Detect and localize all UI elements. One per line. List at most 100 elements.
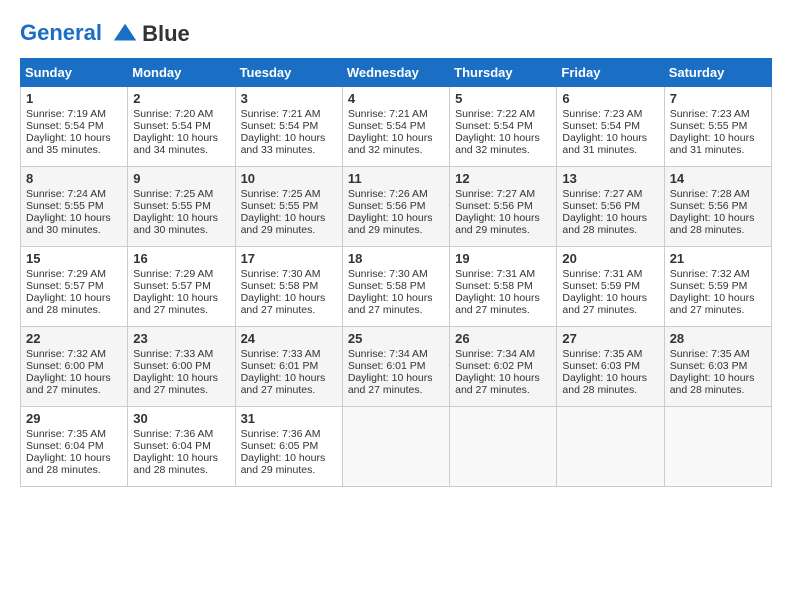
calendar-cell: 25 Sunrise: 7:34 AMSunset: 6:01 PMDayligh… — [342, 327, 449, 407]
daylight: Daylight: 10 hours and 32 minutes. — [348, 132, 433, 156]
day-number: 15 — [26, 251, 122, 266]
day-number: 31 — [241, 411, 337, 426]
calendar-week-row: 29Sunrise: 7:35 AMSunset: 6:04 PMDayligh… — [21, 407, 772, 487]
sunrise: Sunrise: 7:35 AM — [26, 428, 106, 440]
calendar-cell: 12Sunrise: 7:27 AMSunset: 5:56 PMDayligh… — [450, 167, 557, 247]
day-number: 18 — [348, 251, 444, 266]
sunset: Sunset: 5:59 PM — [562, 280, 640, 292]
calendar-cell: 31Sunrise: 7:36 AMSunset: 6:05 PMDayligh… — [235, 407, 342, 487]
sunrise: Sunrise: 7:35 AM — [670, 348, 750, 360]
day-number: 26 — [455, 331, 551, 346]
sunrise: Sunrise: 7:29 AM — [26, 268, 106, 280]
daylight: Daylight: 10 hours and 35 minutes. — [26, 132, 111, 156]
sunset: Sunset: 6:01 PM — [348, 360, 426, 372]
col-monday: Monday — [128, 59, 235, 87]
day-number: 3 — [241, 91, 337, 106]
daylight: Daylight: 10 hours and 31 minutes. — [670, 132, 755, 156]
day-number: 21 — [670, 251, 766, 266]
day-number: 10 — [241, 171, 337, 186]
day-number: 9 — [133, 171, 229, 186]
sunrise: Sunrise: 7:21 AM — [241, 108, 321, 120]
sunrise: Sunrise: 7:32 AM — [670, 268, 750, 280]
sunrise: Sunrise: 7:30 AM — [241, 268, 321, 280]
calendar-cell — [450, 407, 557, 487]
sunrise: Sunrise: 7:32 AM — [26, 348, 106, 360]
daylight: Daylight: 10 hours and 28 minutes. — [133, 452, 218, 476]
daylight: Daylight: 10 hours and 27 minutes. — [133, 292, 218, 316]
sunset: Sunset: 5:58 PM — [348, 280, 426, 292]
day-number: 7 — [670, 91, 766, 106]
sunrise: Sunrise: 7:29 AM — [133, 268, 213, 280]
calendar-cell: 30Sunrise: 7:36 AMSunset: 6:04 PMDayligh… — [128, 407, 235, 487]
day-number: 14 — [670, 171, 766, 186]
daylight: Daylight: 10 hours and 32 minutes. — [455, 132, 540, 156]
sunrise: Sunrise: 7:22 AM — [455, 108, 535, 120]
day-number: 24 — [241, 331, 337, 346]
sunset: Sunset: 5:57 PM — [26, 280, 104, 292]
sunset: Sunset: 5:55 PM — [26, 200, 104, 212]
calendar-week-row: 15Sunrise: 7:29 AMSunset: 5:57 PMDayligh… — [21, 247, 772, 327]
day-number: 25 — [348, 331, 444, 346]
day-number: 19 — [455, 251, 551, 266]
calendar-cell: 11Sunrise: 7:26 AMSunset: 5:56 PMDayligh… — [342, 167, 449, 247]
sunset: Sunset: 5:54 PM — [348, 120, 426, 132]
daylight: Daylight: 10 hours and 27 minutes. — [241, 372, 326, 396]
sunrise: Sunrise: 7:31 AM — [562, 268, 642, 280]
sunrise: Sunrise: 7:33 AM — [241, 348, 321, 360]
calendar-cell: 21 Sunrise: 7:32 AMSunset: 5:59 PMDayligh… — [664, 247, 771, 327]
sunrise: Sunrise: 7:34 AM — [348, 348, 428, 360]
daylight: Daylight: 10 hours and 27 minutes. — [348, 372, 433, 396]
calendar-cell: 10Sunrise: 7:25 AMSunset: 5:55 PMDayligh… — [235, 167, 342, 247]
sunset: Sunset: 5:54 PM — [133, 120, 211, 132]
sunset: Sunset: 6:03 PM — [562, 360, 640, 372]
sunset: Sunset: 5:55 PM — [670, 120, 748, 132]
logo: General Blue — [20, 20, 190, 48]
sunset: Sunset: 5:58 PM — [241, 280, 319, 292]
sunset: Sunset: 5:57 PM — [133, 280, 211, 292]
day-number: 29 — [26, 411, 122, 426]
calendar-cell: 28Sunrise: 7:35 AMSunset: 6:03 PMDayligh… — [664, 327, 771, 407]
calendar-cell: 5Sunrise: 7:22 AMSunset: 5:54 PMDaylight… — [450, 87, 557, 167]
logo-text-blue: Blue — [142, 21, 190, 47]
day-number: 27 — [562, 331, 658, 346]
sunset: Sunset: 5:59 PM — [670, 280, 748, 292]
sunset: Sunset: 6:01 PM — [241, 360, 319, 372]
daylight: Daylight: 10 hours and 27 minutes. — [455, 292, 540, 316]
sunset: Sunset: 5:54 PM — [241, 120, 319, 132]
daylight: Daylight: 10 hours and 30 minutes. — [133, 212, 218, 236]
sunset: Sunset: 5:58 PM — [455, 280, 533, 292]
sunrise: Sunrise: 7:28 AM — [670, 188, 750, 200]
sunrise: Sunrise: 7:23 AM — [670, 108, 750, 120]
sunset: Sunset: 5:56 PM — [670, 200, 748, 212]
calendar-week-row: 1Sunrise: 7:19 AMSunset: 5:54 PMDaylight… — [21, 87, 772, 167]
daylight: Daylight: 10 hours and 30 minutes. — [26, 212, 111, 236]
calendar-cell: 18Sunrise: 7:30 AMSunset: 5:58 PMDayligh… — [342, 247, 449, 327]
daylight: Daylight: 10 hours and 28 minutes. — [26, 292, 111, 316]
col-sunday: Sunday — [21, 59, 128, 87]
calendar-cell: 4Sunrise: 7:21 AMSunset: 5:54 PMDaylight… — [342, 87, 449, 167]
day-number: 22 — [26, 331, 122, 346]
calendar-cell: 14Sunrise: 7:28 AMSunset: 5:56 PMDayligh… — [664, 167, 771, 247]
day-number: 6 — [562, 91, 658, 106]
sunrise: Sunrise: 7:27 AM — [455, 188, 535, 200]
day-number: 20 — [562, 251, 658, 266]
day-number: 2 — [133, 91, 229, 106]
calendar-cell: 27Sunrise: 7:35 AMSunset: 6:03 PMDayligh… — [557, 327, 664, 407]
sunset: Sunset: 6:02 PM — [455, 360, 533, 372]
sunset: Sunset: 5:56 PM — [348, 200, 426, 212]
day-number: 13 — [562, 171, 658, 186]
daylight: Daylight: 10 hours and 29 minutes. — [241, 212, 326, 236]
daylight: Daylight: 10 hours and 28 minutes. — [26, 452, 111, 476]
col-wednesday: Wednesday — [342, 59, 449, 87]
sunrise: Sunrise: 7:24 AM — [26, 188, 106, 200]
logo-text-general: General — [20, 20, 102, 45]
col-saturday: Saturday — [664, 59, 771, 87]
col-tuesday: Tuesday — [235, 59, 342, 87]
calendar-week-row: 22Sunrise: 7:32 AMSunset: 6:00 PMDayligh… — [21, 327, 772, 407]
day-number: 28 — [670, 331, 766, 346]
daylight: Daylight: 10 hours and 27 minutes. — [670, 292, 755, 316]
col-friday: Friday — [557, 59, 664, 87]
day-number: 5 — [455, 91, 551, 106]
calendar-table: Sunday Monday Tuesday Wednesday Thursday… — [20, 58, 772, 487]
calendar-header-row: Sunday Monday Tuesday Wednesday Thursday… — [21, 59, 772, 87]
